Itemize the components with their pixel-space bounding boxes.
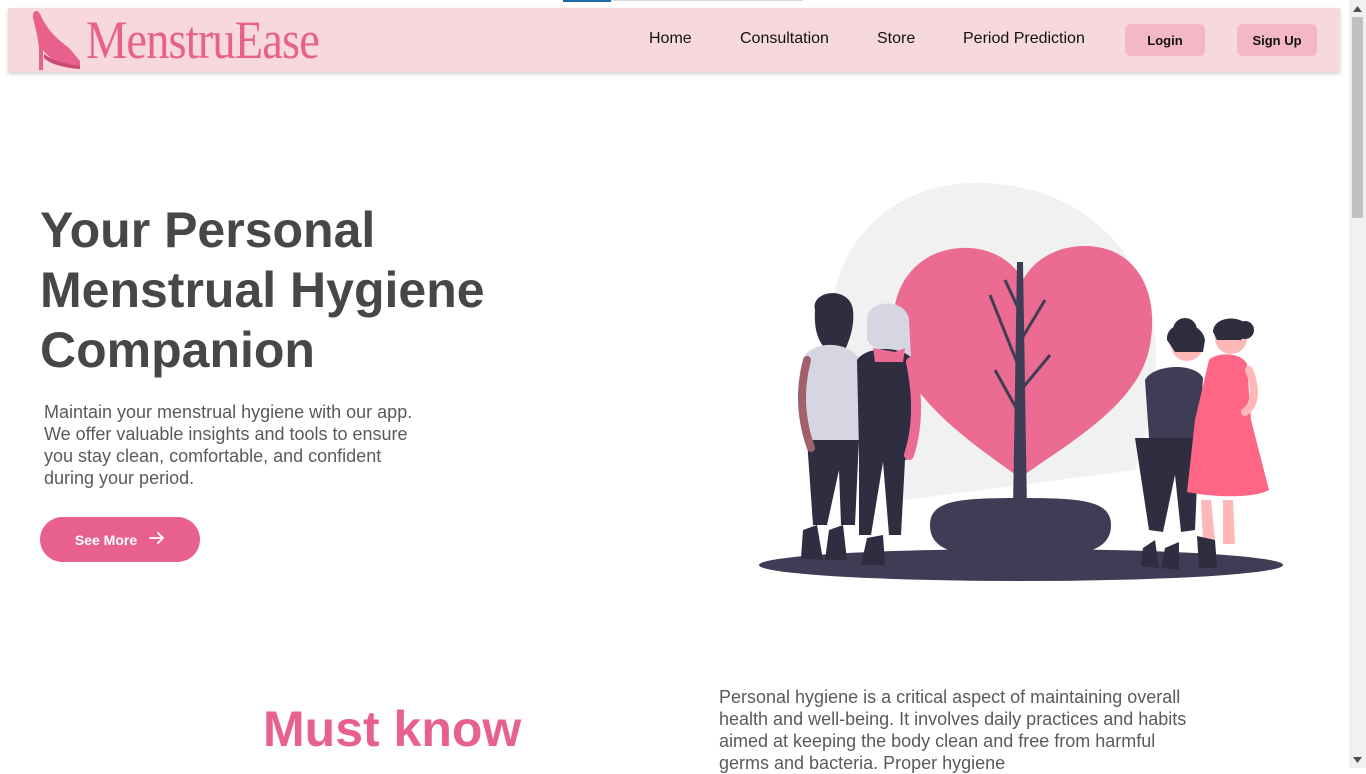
see-more-button[interactable]: See More <box>40 517 200 562</box>
nav-home[interactable]: Home <box>649 8 692 72</box>
hero-title: Your Personal Menstrual Hygiene Companio… <box>40 202 485 378</box>
hero-description: Maintain your menstrual hygiene with our… <box>44 402 413 488</box>
login-button[interactable]: Login <box>1125 24 1205 56</box>
navbar: MenstruEase Home Consultation Store Peri… <box>8 8 1340 72</box>
nav-consultation[interactable]: Consultation <box>740 8 829 72</box>
signup-button[interactable]: Sign Up <box>1237 24 1317 56</box>
hero-illustration <box>755 180 1287 585</box>
main-nav: Home Consultation Store Period Predictio… <box>8 8 1340 72</box>
top-progress-segment <box>563 0 611 2</box>
page-scrollbar[interactable] <box>1349 0 1366 768</box>
must-know-heading: Must know <box>263 701 522 757</box>
arrow-right-icon <box>149 531 165 548</box>
must-know-paragraph: Personal hygiene is a critical aspect of… <box>719 687 1187 773</box>
nav-period-prediction[interactable]: Period Prediction <box>963 8 1085 72</box>
nav-store[interactable]: Store <box>877 8 915 72</box>
scroll-up-icon[interactable] <box>1349 0 1366 17</box>
scroll-down-icon[interactable] <box>1349 751 1366 768</box>
top-progress-line <box>563 0 803 2</box>
see-more-label: See More <box>74 531 138 548</box>
scrollbar-thumb[interactable] <box>1352 17 1363 218</box>
